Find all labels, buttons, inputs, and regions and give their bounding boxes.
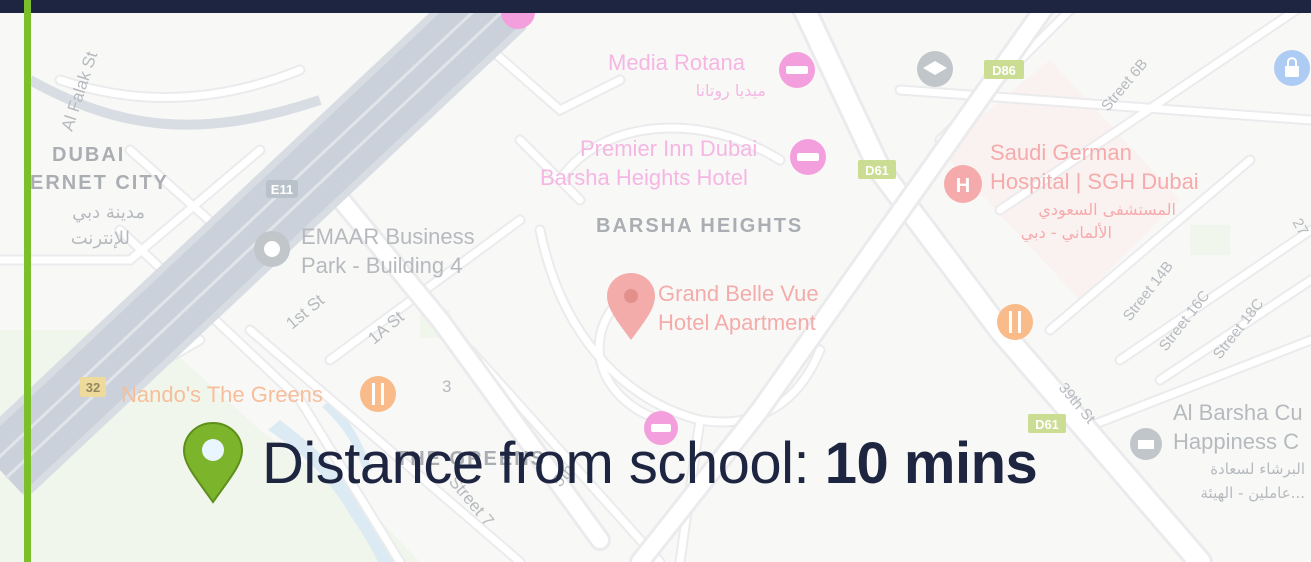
distance-label: Distance from school:	[262, 430, 825, 496]
left-accent-bar	[24, 0, 31, 562]
distance-info: Distance from school: 10 mins	[182, 422, 1038, 504]
top-accent-bar	[0, 0, 1311, 13]
distance-text: Distance from school: 10 mins	[262, 430, 1038, 497]
school-location-map-card: DUBAI ERNET CITY BARSHA HEIGHTS THE GREE…	[0, 0, 1311, 562]
distance-value: 10 mins	[824, 430, 1038, 496]
location-pin-icon	[182, 422, 244, 504]
